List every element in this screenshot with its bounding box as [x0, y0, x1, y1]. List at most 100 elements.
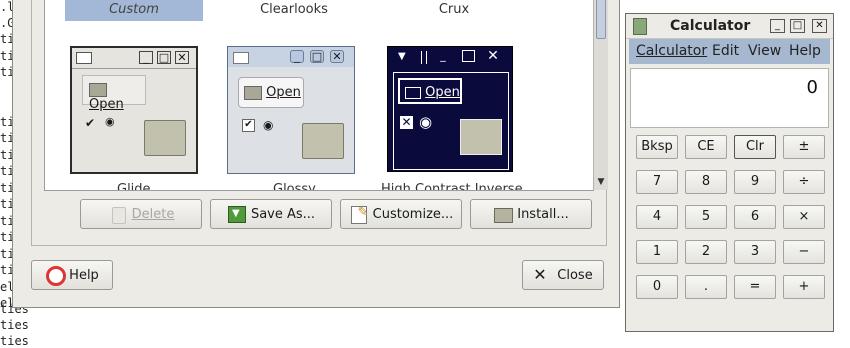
- help-button[interactable]: Help: [31, 260, 113, 290]
- theme-caption-high-contrast-inverse: High Contrast Inverse: [381, 182, 523, 190]
- trash-icon: [108, 205, 128, 224]
- calc-key[interactable]: =: [734, 275, 776, 299]
- calc-key[interactable]: Clr: [734, 135, 776, 159]
- menu-bar: Calculator Edit View Help: [629, 39, 830, 64]
- close-label: Close: [557, 267, 593, 283]
- close-button[interactable]: ✕ Close: [522, 260, 604, 290]
- menu-calculator[interactable]: Calculator: [636, 43, 707, 59]
- customize-button[interactable]: ✎ Customize...: [340, 199, 462, 229]
- calc-key[interactable]: −: [783, 240, 825, 264]
- theme-list[interactable]: Custom Clearlooks Crux _ □ ✕ Open ✔ ◉ _ …: [44, 0, 594, 191]
- calc-key[interactable]: 9: [734, 170, 776, 194]
- preview-titlebar: _ □ ✕: [228, 47, 354, 67]
- maximize-icon: □: [310, 50, 324, 63]
- theme-name-crux[interactable]: Crux: [385, 0, 523, 21]
- menu-edit[interactable]: Edit: [712, 43, 739, 59]
- theme-preview-high-contrast-inverse[interactable]: ▼ _ ✕ Open ✕ ◉: [387, 46, 513, 172]
- calc-key[interactable]: ×: [783, 205, 825, 229]
- minimize-icon: _: [139, 51, 153, 64]
- folder-icon: [89, 82, 107, 97]
- minimize-icon: _: [440, 49, 446, 62]
- radio-icon: ◉: [263, 118, 274, 132]
- theme-caption-glide: Glide: [117, 182, 151, 190]
- save-icon: ▼: [227, 205, 247, 223]
- close-icon: ✕: [175, 51, 189, 64]
- customize-label: Customize...: [372, 206, 454, 222]
- calc-key[interactable]: .: [685, 275, 727, 299]
- preview-open-label: Open: [89, 97, 124, 112]
- install-button[interactable]: Install...: [470, 199, 592, 229]
- calculator-window: Calculator _ □ ✕ Calculator Edit View He…: [625, 13, 834, 332]
- maximize-icon[interactable]: □: [790, 19, 805, 33]
- folder-icon: [244, 85, 262, 100]
- preview-open-button: Open: [82, 75, 146, 112]
- window-title: Calculator: [670, 18, 751, 34]
- calc-key[interactable]: 8: [685, 170, 727, 194]
- window-icon: [233, 52, 249, 64]
- calculator-display: 0: [630, 68, 829, 128]
- scrollbar-thumb[interactable]: [596, 0, 606, 39]
- close-icon: ✕: [330, 50, 344, 63]
- calc-key[interactable]: 3: [734, 240, 776, 264]
- preview-open-button: Open: [238, 77, 304, 108]
- calc-key[interactable]: 5: [685, 205, 727, 229]
- appearance-dialog: Custom Clearlooks Crux _ □ ✕ Open ✔ ◉ _ …: [12, 0, 620, 308]
- preview-open-button: Open: [398, 78, 462, 104]
- window-icon: [76, 52, 92, 64]
- theme-name-clearlooks[interactable]: Clearlooks: [225, 0, 363, 21]
- maximize-icon: □: [157, 51, 171, 64]
- lifebuoy-icon: [45, 266, 67, 286]
- calc-key[interactable]: Bksp: [636, 135, 678, 159]
- theme-preview-glossy[interactable]: _ □ ✕ Open ✔ ◉: [227, 46, 355, 174]
- menu-view[interactable]: View: [748, 43, 781, 59]
- radio-icon: ◉: [419, 113, 433, 131]
- calc-key[interactable]: 0: [636, 275, 678, 299]
- maximize-icon: [462, 50, 475, 62]
- close-icon: ✕: [533, 265, 547, 284]
- calculator-titlebar[interactable]: Calculator _ □ ✕: [626, 14, 833, 39]
- theme-preview-glide[interactable]: _ □ ✕ Open ✔ ◉: [70, 46, 198, 174]
- save-as-button[interactable]: ▼ Save As...: [210, 199, 332, 229]
- theme-list-scrollbar[interactable]: ▼: [593, 0, 608, 190]
- install-label: Install...: [517, 206, 569, 222]
- delete-label: Delete: [131, 206, 175, 222]
- checkbox-icon: ✕: [400, 115, 413, 129]
- close-icon[interactable]: ✕: [812, 19, 827, 33]
- calc-key[interactable]: ÷: [783, 170, 825, 194]
- preview-open-label: Open: [266, 85, 301, 100]
- radio-icon: ◉: [105, 115, 115, 128]
- menu-help[interactable]: Help: [789, 43, 821, 59]
- calculator-icon: [633, 18, 647, 35]
- help-label: Help: [69, 267, 99, 283]
- theme-caption-glossy: Glossy: [273, 182, 316, 190]
- preview-titlebar: ▼ _ ✕: [388, 47, 512, 67]
- calc-key[interactable]: 6: [734, 205, 776, 229]
- folder-icon: [144, 120, 186, 156]
- calc-key[interactable]: 7: [636, 170, 678, 194]
- theme-tab-panel: Custom Clearlooks Crux _ □ ✕ Open ✔ ◉ _ …: [31, 0, 608, 246]
- calc-key[interactable]: 2: [685, 240, 727, 264]
- display-value: 0: [806, 77, 818, 98]
- terminal-line: ties: [0, 334, 29, 348]
- menu-arrow-icon: ▼: [398, 51, 406, 62]
- checkbox-icon: ✔: [85, 116, 96, 130]
- terminal-line: ties: [0, 318, 29, 332]
- folder-icon: [302, 123, 344, 159]
- folder-icon: [405, 86, 421, 99]
- calc-key[interactable]: +: [783, 275, 825, 299]
- calc-key[interactable]: ±: [783, 135, 825, 159]
- calc-key[interactable]: 4: [636, 205, 678, 229]
- save-as-label: Save As...: [250, 206, 316, 222]
- calc-key[interactable]: 1: [636, 240, 678, 264]
- checkbox-icon: ✔: [242, 119, 255, 132]
- minimize-icon[interactable]: _: [770, 19, 785, 33]
- theme-name-custom[interactable]: Custom: [65, 0, 203, 21]
- scroll-down-arrow-icon[interactable]: ▼: [595, 176, 607, 188]
- separator-icon: [421, 51, 427, 64]
- calc-key[interactable]: CE: [685, 135, 727, 159]
- preview-titlebar: _ □ ✕: [72, 48, 196, 69]
- close-icon: ✕: [487, 48, 499, 64]
- delete-button[interactable]: Delete: [80, 199, 202, 229]
- folder-icon: [493, 205, 514, 223]
- preview-open-label: Open: [425, 85, 460, 100]
